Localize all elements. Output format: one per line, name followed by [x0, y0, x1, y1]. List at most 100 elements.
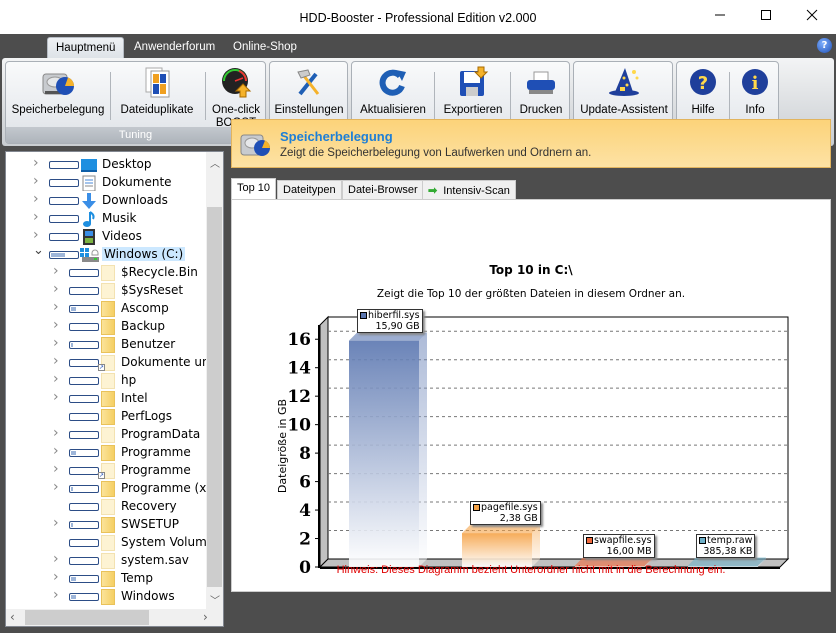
maximize-button[interactable] [743, 0, 789, 30]
close-button[interactable] [789, 0, 835, 30]
chevron-right-icon[interactable]: › [53, 587, 63, 603]
dateiduplikate-button[interactable]: Dateiduplikate [114, 64, 200, 126]
tab-top-10[interactable]: Top 10 [231, 178, 277, 200]
tree-item[interactable]: › ProgramData [6, 425, 208, 444]
tree-item[interactable]: › Ascomp [6, 299, 208, 318]
y-tick-label: 8 [299, 444, 311, 464]
legend-swatch [586, 536, 593, 544]
tree-item-label: Intel [121, 391, 148, 405]
tree-item-label: PerfLogs [121, 409, 173, 423]
info-button[interactable]: i Info [732, 64, 778, 126]
tab-intensiv-scan[interactable]: ➡ Intensiv-Scan [422, 180, 516, 200]
minimize-button[interactable] [697, 0, 743, 30]
tree-item[interactable]: › Programme (x86 [6, 479, 222, 498]
chevron-right-icon[interactable]: › [53, 479, 63, 495]
tree-horizontal-scrollbar[interactable]: ‹ › [6, 609, 223, 626]
tree-item[interactable]: ⌄ Windows (C:) [6, 243, 208, 264]
bar-top [349, 332, 427, 341]
usage-bar [49, 233, 79, 241]
ribbon-group-tuning: Speicherbelegung Dateiduplikate One-clic… [5, 61, 266, 144]
scroll-thumb-horizontal[interactable] [25, 610, 149, 625]
chevron-right-icon[interactable]: › [53, 461, 63, 477]
scroll-thumb[interactable] [207, 207, 222, 587]
tree-item[interactable]: › Benutzer [6, 335, 208, 354]
chevron-right-icon[interactable]: › [33, 227, 43, 243]
group-label-tuning: Tuning [6, 127, 265, 143]
tree-item[interactable]: › Programme [6, 443, 208, 462]
tree-item[interactable]: › system.sav [6, 551, 208, 570]
tree-item-label: ProgramData [121, 427, 201, 441]
help-globe-icon[interactable]: ? [817, 38, 832, 53]
duplicate-files-icon [140, 66, 174, 98]
tree-item[interactable]: PerfLogs [6, 408, 208, 426]
folder-icon [101, 571, 115, 587]
tree-item[interactable]: › $Recycle.Bin [6, 263, 208, 282]
chevron-right-icon[interactable]: › [53, 317, 63, 333]
chevron-right-icon[interactable]: › [53, 335, 63, 351]
exportieren-button[interactable]: Exportieren [438, 64, 508, 126]
chevron-right-icon[interactable]: › [53, 569, 63, 585]
chevron-right-icon[interactable]: › [33, 209, 43, 225]
chevron-right-icon[interactable]: › [53, 425, 63, 441]
einstellungen-button[interactable]: Einstellungen [272, 64, 346, 126]
tab-dateitypen[interactable]: Dateitypen [277, 180, 342, 200]
chevron-right-icon[interactable]: › [53, 389, 63, 405]
tree-item[interactable]: › Backup [6, 317, 208, 336]
speicherbelegung-button[interactable]: Speicherbelegung [10, 64, 106, 126]
hilfe-button[interactable]: ? Hilfe [679, 64, 727, 126]
one-click-boost-button[interactable]: One-click BOOST [208, 64, 264, 129]
tree-vertical-scrollbar[interactable]: ︿ ﹀ [206, 152, 223, 609]
scroll-left-icon[interactable]: ‹ [10, 610, 15, 624]
aktualisieren-button[interactable]: Aktualisieren [354, 64, 432, 126]
tree-item[interactable]: › ↗ Dokumente und [6, 353, 217, 372]
chevron-right-icon[interactable]: › [33, 191, 43, 207]
legend-swatch [699, 536, 706, 544]
chevron-right-icon[interactable]: › [53, 443, 63, 459]
tree-item-label: Programme [121, 463, 191, 477]
folder-tree[interactable]: › Desktop › Dokumente › Downloads › Musik › Video… [5, 151, 224, 627]
tree-item[interactable]: Recovery [6, 498, 208, 516]
tree-item[interactable]: › $SysReset [6, 281, 208, 300]
bar-value-text: 385,38 KB [703, 545, 753, 557]
usage-bar-fill [71, 451, 76, 455]
usage-bar-fill [71, 487, 73, 491]
chevron-right-icon[interactable]: › [53, 281, 63, 297]
chevron-right-icon[interactable]: › [33, 173, 43, 189]
usage-bar-fill [71, 343, 73, 347]
tree-item[interactable]: › Windows [6, 587, 208, 606]
chevron-right-icon[interactable]: › [53, 353, 63, 369]
chevron-down-icon[interactable]: ⌄ [33, 243, 44, 258]
tab-anwenderforum[interactable]: Anwenderforum [126, 37, 223, 59]
tree-item[interactable]: › Downloads [6, 191, 208, 210]
drucken-button[interactable]: Drucken [514, 64, 568, 126]
tree-item[interactable]: System Volume I [6, 534, 222, 552]
tree-item[interactable]: › Dokumente [6, 173, 208, 192]
tab-online-shop[interactable]: Online-Shop [225, 37, 305, 59]
y-axis-label: Dateigröße in GB [276, 399, 289, 493]
tab-datei-browser[interactable]: Datei-Browser [342, 180, 424, 200]
tree-item[interactable]: › SWSETUP [6, 515, 208, 534]
chevron-right-icon[interactable]: › [53, 551, 63, 567]
chevron-right-icon[interactable]: › [33, 155, 43, 171]
chevron-right-icon[interactable]: › [53, 299, 63, 315]
scroll-right-icon[interactable]: › [203, 610, 208, 624]
tree-item[interactable]: › ↗ Programme [6, 461, 208, 480]
tree-item[interactable]: › Desktop [6, 155, 208, 174]
tree-item[interactable]: › Musik [6, 209, 208, 228]
usage-bar-fill [71, 307, 76, 311]
tree-item[interactable]: › Temp [6, 569, 208, 588]
tree-item[interactable]: › hp [6, 371, 208, 390]
bar-value-text: 16,00 MB [606, 545, 652, 557]
scroll-down-icon[interactable]: ﹀ [210, 592, 220, 607]
tab-hauptmenu[interactable]: Hauptmenü [47, 37, 125, 59]
scroll-up-icon[interactable]: ︿ [210, 155, 220, 170]
info-label: Info [745, 104, 765, 116]
usage-bar [69, 485, 99, 493]
update-assistent-button[interactable]: Update-Assistent [576, 64, 672, 126]
chevron-right-icon[interactable]: › [53, 371, 63, 387]
chevron-right-icon[interactable]: › [53, 515, 63, 531]
tree-item[interactable]: › Intel [6, 389, 208, 408]
tree-item-label: Dokumente [102, 175, 172, 189]
usage-bar [69, 413, 99, 421]
chevron-right-icon[interactable]: › [53, 263, 63, 279]
